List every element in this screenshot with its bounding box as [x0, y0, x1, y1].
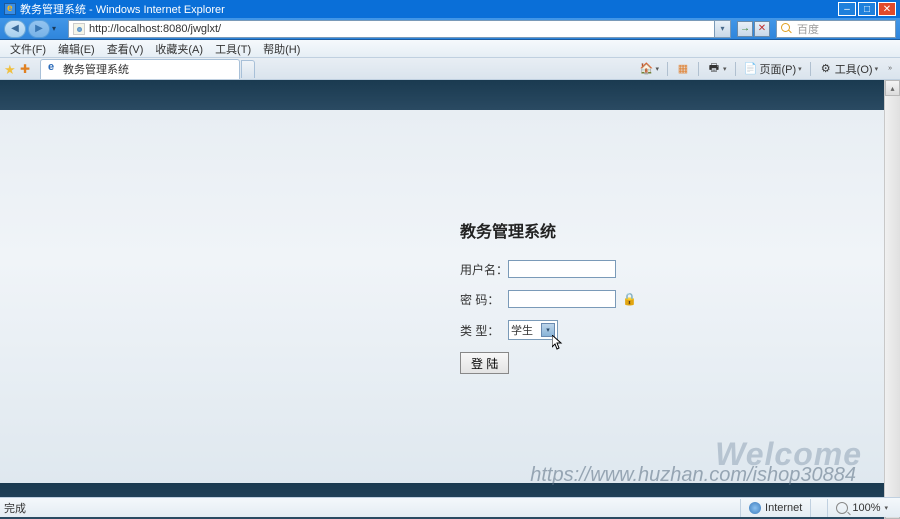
address-toolbar: ◀ ▶ ▾ http://localhost:8080/jwglxt/ ▾ → …	[0, 18, 900, 40]
address-text: http://localhost:8080/jwglxt/	[89, 23, 221, 35]
forward-button[interactable]: ▶	[28, 20, 50, 38]
add-favorite-icon[interactable]: ✚	[20, 62, 34, 76]
window-title: 教务管理系统 - Windows Internet Explorer	[20, 1, 225, 17]
address-dropdown[interactable]: ▾	[715, 20, 731, 38]
nav-history-dropdown[interactable]: ▾	[52, 24, 62, 33]
menu-file[interactable]: 文件(F)	[4, 41, 52, 57]
security-zone[interactable]: Internet	[740, 499, 810, 517]
zoom-text: 100%	[852, 502, 880, 514]
header-band	[0, 80, 884, 110]
protected-mode-cell	[810, 499, 827, 517]
type-value: 学生	[511, 322, 533, 338]
menu-bar: 文件(F) 编辑(E) 查看(V) 收藏夹(A) 工具(T) 帮助(H)	[0, 40, 900, 58]
content-area: 教务管理系统 用户名： 密 码： 🔒 类 型： 学生 ▾ 登 陆 Welcome…	[0, 80, 900, 519]
tab-bar: ★ ✚ 教务管理系统 🏠▾ ▦ 🖶▾ 📄页面(P)▾ ⚙工具(O)▾ »	[0, 58, 900, 80]
globe-icon	[749, 502, 761, 514]
type-label: 类 型：	[460, 322, 508, 339]
minimize-button[interactable]: –	[838, 2, 856, 16]
stop-button[interactable]: ✕	[754, 21, 770, 37]
username-label: 用户名：	[460, 261, 508, 278]
feeds-button[interactable]: ▦	[672, 61, 694, 77]
zone-text: Internet	[765, 502, 802, 514]
scroll-up-button[interactable]: ▴	[885, 80, 900, 96]
home-button[interactable]: 🏠▾	[635, 61, 663, 77]
menu-tools[interactable]: 工具(T)	[209, 41, 257, 57]
menu-favorites[interactable]: 收藏夹(A)	[149, 41, 209, 57]
login-heading: 教务管理系统	[460, 218, 720, 242]
type-select[interactable]: 学生 ▾	[508, 320, 558, 340]
back-button[interactable]: ◀	[4, 20, 26, 38]
status-bar: 完成 Internet 100% ▾	[0, 497, 900, 517]
login-button[interactable]: 登 陆	[460, 352, 509, 374]
ie-icon	[4, 3, 16, 15]
zoom-icon	[836, 502, 848, 514]
password-label: 密 码：	[460, 291, 508, 308]
chevron-button[interactable]: »	[884, 64, 896, 73]
menu-help[interactable]: 帮助(H)	[257, 41, 306, 57]
url-watermark: https://www.huzhan.com/ishop30884	[530, 464, 856, 487]
search-box[interactable]: 百度	[776, 20, 896, 38]
tab-active[interactable]: 教务管理系统	[40, 59, 240, 79]
favorites-star-icon[interactable]: ★	[4, 62, 18, 76]
command-bar: 🏠▾ ▦ 🖶▾ 📄页面(P)▾ ⚙工具(O)▾ »	[635, 60, 896, 78]
cursor-icon	[552, 335, 564, 351]
search-placeholder: 百度	[797, 21, 819, 37]
status-text: 完成	[4, 500, 26, 516]
tools-menu-button[interactable]: ⚙工具(O)▾	[815, 60, 882, 78]
maximize-button[interactable]: □	[858, 2, 876, 16]
username-input[interactable]	[508, 260, 616, 278]
vertical-scrollbar[interactable]: ▴ ▾	[884, 80, 900, 519]
window-titlebar: 教务管理系统 - Windows Internet Explorer – □ ✕	[0, 0, 900, 18]
zoom-control[interactable]: 100% ▾	[827, 499, 896, 517]
print-button[interactable]: 🖶▾	[703, 61, 731, 77]
zoom-dropdown-icon: ▾	[884, 504, 888, 512]
password-input[interactable]	[508, 290, 616, 308]
address-bar[interactable]: http://localhost:8080/jwglxt/	[68, 20, 715, 38]
go-button[interactable]: →	[737, 21, 753, 37]
page-body: 教务管理系统 用户名： 密 码： 🔒 类 型： 学生 ▾ 登 陆 Welcome…	[0, 80, 884, 519]
body-band	[0, 110, 884, 483]
page-icon	[73, 23, 85, 35]
tab-title: 教务管理系统	[63, 61, 129, 77]
close-button[interactable]: ✕	[878, 2, 896, 16]
tab-ie-icon	[47, 63, 59, 75]
page-menu-button[interactable]: 📄页面(P)▾	[740, 60, 806, 78]
menu-view[interactable]: 查看(V)	[101, 41, 150, 57]
search-icon	[781, 23, 793, 35]
new-tab-button[interactable]	[241, 60, 255, 78]
login-form: 教务管理系统 用户名： 密 码： 🔒 类 型： 学生 ▾ 登 陆	[460, 218, 720, 374]
lock-icon: 🔒	[622, 292, 637, 306]
menu-edit[interactable]: 编辑(E)	[52, 41, 101, 57]
